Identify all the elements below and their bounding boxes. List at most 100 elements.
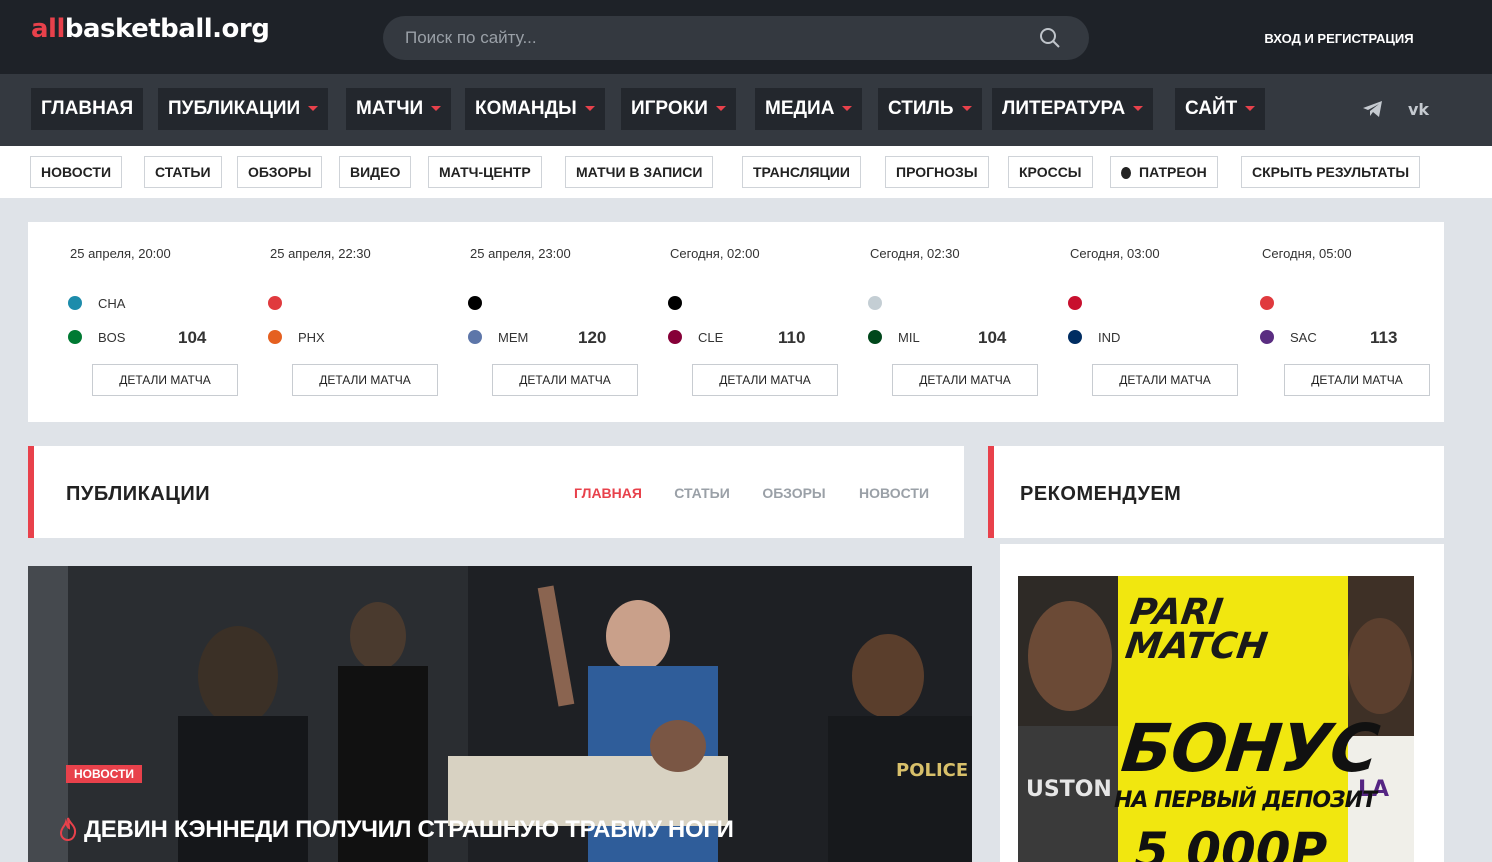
team-logo — [1260, 330, 1274, 344]
team-row: MEM 120 — [468, 326, 638, 350]
chevron-down-icon — [1245, 106, 1256, 112]
nav-label: ЛИТЕРАТУРА — [1002, 98, 1126, 119]
logo-main: basketball.org — [64, 14, 270, 44]
team-logo — [1260, 296, 1274, 310]
team-abbr: MIL — [898, 330, 920, 345]
chevron-down-icon — [431, 106, 442, 112]
subnav-match-center[interactable]: МАТЧ-ЦЕНТР — [428, 156, 542, 188]
team-abbr: IND — [1098, 330, 1121, 345]
team-abbr: MEM — [498, 330, 529, 345]
team-logo — [1068, 296, 1082, 310]
scores-strip: 25 апреля, 20:00 CHA BOS 104 ДЕТАЛИ МАТЧА… — [28, 222, 1444, 422]
team-row — [268, 292, 438, 316]
team-abbr: PHX — [298, 330, 325, 345]
news-category-badge[interactable]: НОВОСТИ — [66, 765, 143, 783]
nav-item-matches[interactable]: МАТЧИ — [346, 88, 452, 130]
match-card: Сегодня, 05:00 SAC 113 ДЕТАЛИ МАТЧА — [1254, 222, 1444, 400]
match-date: 25 апреля, 22:30 — [270, 246, 371, 261]
nav-item-literature[interactable]: ЛИТЕРАТУРА — [992, 88, 1154, 130]
nav-label: КОМАНДЫ — [475, 98, 577, 119]
match-details-button[interactable]: ДЕТАЛИ МАТЧА — [492, 364, 638, 396]
team-row — [1068, 292, 1238, 316]
team-abbr: SAC — [1290, 330, 1317, 345]
hide-results-button[interactable]: СКРЫТЬ РЕЗУЛЬТАТЫ — [1241, 156, 1421, 188]
team-logo — [268, 330, 282, 344]
match-details-button[interactable]: ДЕТАЛИ МАТЧА — [292, 364, 438, 396]
subnav-label: ПАТРЕОН — [1139, 164, 1207, 180]
team-logo — [68, 296, 82, 310]
team-logo — [268, 296, 282, 310]
svg-text:POLICE: POLICE — [896, 760, 968, 781]
publications-title: ПУБЛИКАЦИИ — [66, 483, 211, 505]
match-card: 25 апреля, 23:00 MEM 120 ДЕТАЛИ МАТЧА — [462, 222, 652, 400]
svg-text:USTON: USTON — [1026, 777, 1112, 802]
parimatch-banner[interactable]: LA USTON PARI MATCH БОНУС НА ПЕРВЫЙ ДЕПОЗ… — [1018, 576, 1414, 862]
subnav-patreon[interactable]: ПАТРЕОН — [1110, 156, 1218, 188]
subnav-broadcasts[interactable]: ТРАНСЛЯЦИИ — [742, 156, 861, 188]
match-date: Сегодня, 05:00 — [1262, 246, 1352, 261]
ad-headline: БОНУС — [1117, 710, 1383, 787]
telegram-icon[interactable] — [1362, 100, 1384, 118]
match-date: 25 апреля, 23:00 — [470, 246, 571, 261]
team-row: PHX — [268, 326, 438, 350]
match-card: Сегодня, 03:00 IND ДЕТАЛИ МАТЧА — [1062, 222, 1252, 400]
logo-prefix: all — [31, 14, 65, 44]
search-icon[interactable] — [1039, 27, 1061, 49]
match-details-button[interactable]: ДЕТАЛИ МАТЧА — [1284, 364, 1430, 396]
match-card: 25 апреля, 22:30 PHX ДЕТАЛИ МАТЧА — [262, 222, 452, 400]
nav-label: САЙТ — [1185, 98, 1238, 119]
nav-item-site[interactable]: САЙТ — [1175, 88, 1266, 130]
match-date: Сегодня, 03:00 — [1070, 246, 1160, 261]
nav-label: ИГРОКИ — [631, 98, 708, 119]
subnav-video[interactable]: ВИДЕО — [339, 156, 412, 188]
recommend-title: РЕКОМЕНДУЕМ — [1020, 483, 1182, 505]
site-logo[interactable]: allbasketball.org — [31, 14, 270, 44]
team-abbr: CHA — [98, 296, 126, 311]
match-details-button[interactable]: ДЕТАЛИ МАТЧА — [892, 364, 1038, 396]
chevron-down-icon — [584, 106, 595, 112]
subnav-predictions[interactable]: ПРОГНОЗЫ — [885, 156, 989, 188]
match-details-button[interactable]: ДЕТАЛИ МАТЧА — [92, 364, 238, 396]
subnav-reviews[interactable]: ОБЗОРЫ — [237, 156, 323, 188]
chevron-down-icon — [961, 106, 972, 112]
login-register-button[interactable]: ВХОД И РЕГИСТРАЦИЯ — [1236, 23, 1442, 55]
nav-label: МАТЧИ — [356, 98, 424, 119]
nav-item-publications[interactable]: ПУБЛИКАЦИИ — [158, 88, 329, 130]
news-headline[interactable]: ДЕВИН КЭННЕДИ ПОЛУЧИЛ СТРАШНУЮ ТРАВМУ НО… — [84, 816, 734, 844]
vk-icon[interactable]: vk — [1408, 100, 1430, 118]
team-row: MIL 104 — [868, 326, 1038, 350]
search-input[interactable] — [405, 16, 1005, 60]
team-score: 104 — [178, 328, 207, 347]
match-date: Сегодня, 02:00 — [670, 246, 760, 261]
nav-item-media[interactable]: МЕДИА — [755, 88, 863, 130]
team-logo — [468, 330, 482, 344]
tab-reviews[interactable]: ОБЗОРЫ — [756, 478, 832, 510]
team-score: 113 — [1370, 328, 1398, 347]
team-score: 120 — [578, 328, 607, 347]
ad-logo-line: MATCH — [1122, 626, 1270, 667]
team-row — [668, 292, 838, 316]
team-row: CHA — [68, 292, 238, 316]
recommend-ad: LA USTON PARI MATCH БОНУС НА ПЕРВЫЙ ДЕПОЗ… — [1000, 544, 1444, 862]
nav-item-home[interactable]: ГЛАВНАЯ — [31, 88, 144, 130]
tab-articles[interactable]: СТАТЬИ — [664, 478, 740, 510]
team-logo — [1068, 330, 1082, 344]
tab-home[interactable]: ГЛАВНАЯ — [562, 478, 654, 510]
subnav-recorded-matches[interactable]: МАТЧИ В ЗАПИСИ — [565, 156, 714, 188]
subnav-articles[interactable]: СТАТЬИ — [144, 156, 222, 188]
team-row: IND — [1068, 326, 1238, 350]
nav-item-style[interactable]: СТИЛЬ — [878, 88, 982, 130]
match-details-button[interactable]: ДЕТАЛИ МАТЧА — [1092, 364, 1238, 396]
subnav-sneakers[interactable]: КРОССЫ — [1008, 156, 1093, 188]
tab-news[interactable]: НОВОСТИ — [852, 478, 936, 510]
featured-news-card[interactable]: POLICE НОВОСТИ ДЕВИН КЭННЕДИ ПОЛУЧИЛ СТР… — [28, 566, 972, 862]
subnav-news[interactable]: НОВОСТИ — [30, 156, 123, 188]
nav-item-teams[interactable]: КОМАНДЫ — [465, 88, 605, 130]
patreon-icon — [1121, 167, 1131, 180]
match-details-button[interactable]: ДЕТАЛИ МАТЧА — [692, 364, 838, 396]
nav-item-players[interactable]: ИГРОКИ — [621, 88, 736, 130]
match-card: Сегодня, 02:00 CLE 110 ДЕТАЛИ МАТЧА — [662, 222, 852, 400]
main-navigation: ГЛАВНАЯ ПУБЛИКАЦИИ МАТЧИ КОМАНДЫ ИГРОКИ … — [0, 74, 1492, 146]
team-logo — [868, 330, 882, 344]
team-logo — [668, 296, 682, 310]
